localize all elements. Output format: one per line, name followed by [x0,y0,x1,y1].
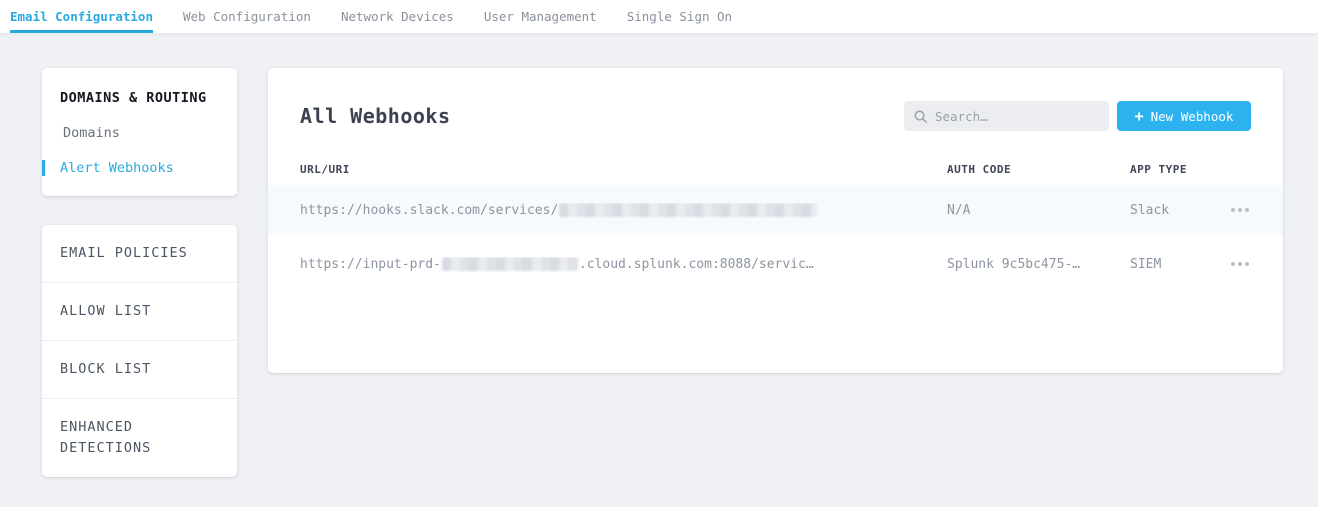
url-text: https://input-prd- [300,257,441,272]
column-header-app-type: APP TYPE [1130,163,1207,176]
tab-network-devices[interactable]: Network Devices [341,0,454,33]
search-box[interactable] [904,101,1109,131]
plus-icon: + [1135,109,1144,124]
sidebar-item-allow-list[interactable]: ALLOW LIST [42,283,237,341]
table-header-row: URL/URI AUTH CODE APP TYPE [268,153,1283,185]
new-webhook-label: New Webhook [1151,109,1234,124]
webhooks-panel: All Webhooks + New Webhook URL/URI AUTH … [268,68,1283,373]
sidebar-item-domains[interactable]: Domains [42,125,237,141]
row-actions-menu-icon[interactable] [1207,202,1251,218]
sidebar-item-enhanced-detections[interactable]: ENHANCED DETECTIONS [42,399,237,477]
sidebar-item-email-policies[interactable]: EMAIL POLICIES [42,225,237,283]
url-text: .cloud.splunk.com:8088/servic… [579,257,814,272]
url-text: https://hooks.slack.com/services/ [300,203,558,218]
webhook-url: https://hooks.slack.com/services/ [300,203,947,218]
column-header-url: URL/URI [300,163,947,176]
sidebar-sections-card: EMAIL POLICIES ALLOW LIST BLOCK LIST ENH… [42,225,237,477]
tab-user-management[interactable]: User Management [484,0,597,33]
app-type: SIEM [1130,257,1207,272]
tab-email-configuration[interactable]: Email Configuration [10,0,153,33]
redacted-url-segment [559,203,817,217]
top-navigation: Email Configuration Web Configuration Ne… [0,0,1318,34]
tab-web-configuration[interactable]: Web Configuration [183,0,311,33]
redacted-url-segment [442,257,578,271]
row-actions-menu-icon[interactable] [1207,256,1251,272]
webhook-url: https://input-prd- .cloud.splunk.com:808… [300,257,947,272]
app-type: Slack [1130,203,1207,218]
search-input[interactable] [935,109,1099,124]
new-webhook-button[interactable]: + New Webhook [1117,101,1251,131]
sidebar-section-title: DOMAINS & ROUTING [42,86,237,106]
search-icon [914,110,927,123]
sidebar-item-block-list[interactable]: BLOCK LIST [42,341,237,399]
tab-single-sign-on[interactable]: Single Sign On [627,0,732,33]
webhooks-controls: + New Webhook [904,101,1251,131]
sidebar-item-alert-webhooks[interactable]: Alert Webhooks [42,160,237,176]
auth-code: Splunk 9c5bc475-… [947,257,1130,272]
webhooks-header: All Webhooks + New Webhook [268,68,1283,131]
webhooks-table: URL/URI AUTH CODE APP TYPE https://hooks… [268,153,1283,293]
sidebar-domains-routing-card: DOMAINS & ROUTING Domains Alert Webhooks [42,68,237,196]
auth-code: N/A [947,203,1130,218]
table-row[interactable]: https://hooks.slack.com/services/ N/A Sl… [268,185,1283,235]
column-header-auth-code: AUTH CODE [947,163,1130,176]
page-title: All Webhooks [300,104,451,128]
table-row[interactable]: https://input-prd- .cloud.splunk.com:808… [268,235,1283,293]
